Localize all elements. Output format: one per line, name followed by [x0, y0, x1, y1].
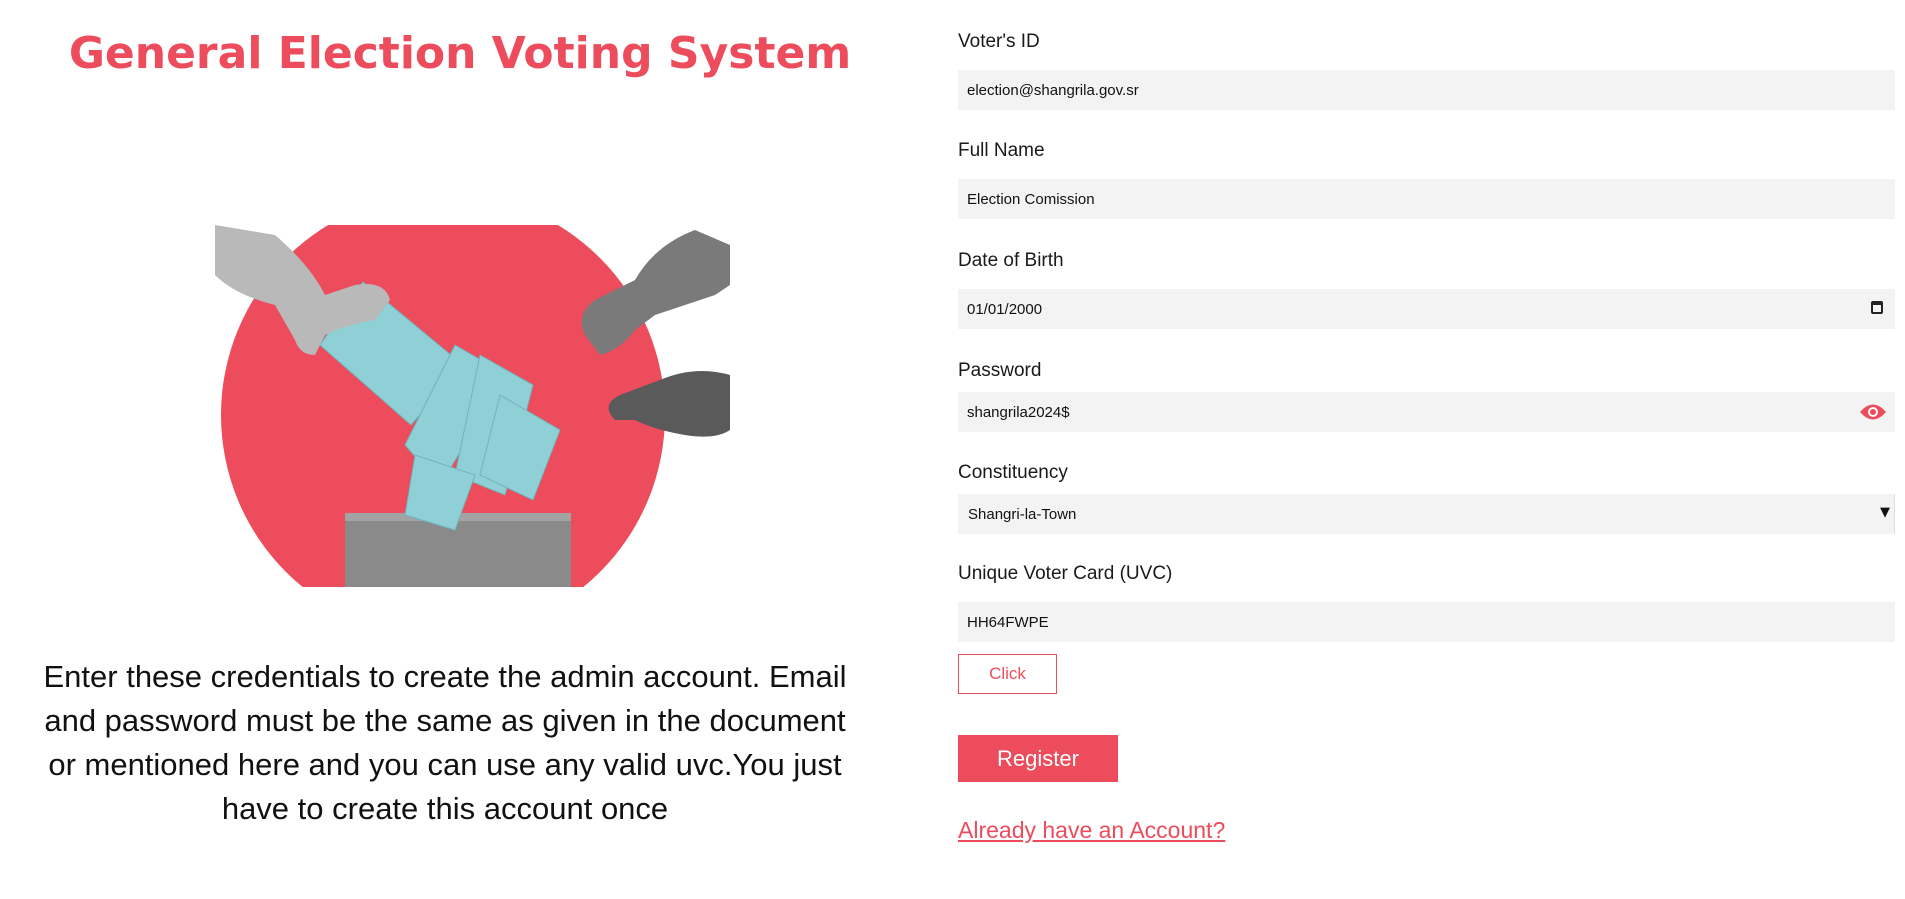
instructions-text: Enter these credentials to create the ad… — [43, 659, 847, 826]
password-label: Password — [958, 360, 1042, 381]
dob-input[interactable] — [958, 289, 1895, 329]
uvc-label: Unique Voter Card (UVC) — [958, 563, 1173, 584]
full-name-input[interactable] — [958, 179, 1895, 219]
dob-label: Date of Birth — [958, 250, 1064, 271]
calendar-icon[interactable] — [1871, 301, 1883, 314]
constituency-field: Shangri-la-Town ▼ — [958, 494, 1895, 534]
voter-id-input[interactable] — [958, 70, 1895, 110]
eye-icon[interactable] — [1859, 402, 1887, 422]
dob-field — [958, 289, 1895, 329]
voting-illustration — [215, 225, 730, 587]
password-input[interactable] — [958, 392, 1895, 432]
already-have-account-link[interactable]: Already have an Account? — [958, 817, 1225, 844]
left-panel: General Election Voting System Enter the… — [0, 0, 940, 899]
full-name-label: Full Name — [958, 140, 1045, 161]
constituency-label: Constituency — [958, 462, 1068, 483]
constituency-select[interactable]: Shangri-la-Town — [958, 494, 1894, 534]
click-button[interactable]: Click — [958, 654, 1057, 694]
voter-id-label: Voter's ID — [958, 31, 1040, 52]
password-field — [958, 392, 1895, 432]
ballot-box — [345, 513, 571, 587]
register-button[interactable]: Register — [958, 735, 1118, 782]
page-title: General Election Voting System — [68, 28, 852, 79]
uvc-input[interactable] — [958, 602, 1895, 642]
